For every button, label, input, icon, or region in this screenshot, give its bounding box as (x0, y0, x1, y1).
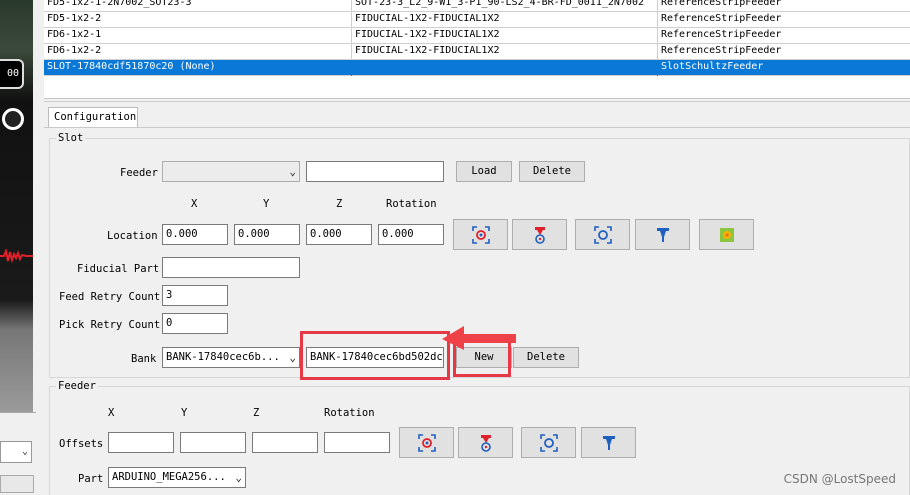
feeder-part-cell: FIDUCIAL-1X2-FIDUCIAL1X2 (352, 12, 658, 28)
slot-group-title: Slot (56, 132, 86, 144)
feeder-type-cell: SlotSchultzFeeder (661, 61, 764, 72)
feeder-select[interactable]: ⌄ (162, 161, 300, 182)
offset-column-y-label: Y (181, 407, 188, 419)
pick-retry-count-input[interactable]: 0 (162, 313, 228, 334)
nozzle-move-icon (602, 435, 615, 450)
delete-bank-button[interactable]: Delete (513, 347, 579, 368)
watermark: CSDN @LostSpeed (783, 472, 896, 486)
chevron-down-icon: ⌄ (289, 351, 296, 364)
chevron-down-icon: ⌄ (235, 471, 242, 484)
camera-select[interactable]: ⌄ (0, 441, 32, 463)
camera-move-icon (593, 225, 612, 244)
camera-zoom-readout: 00 (0, 59, 24, 89)
capture-nozzle-location-button[interactable] (512, 219, 567, 250)
capture-camera-location-button[interactable] (453, 219, 508, 250)
feeder-part-cell: FIDUCIAL-1X2-FIDUCIAL1X2 (352, 28, 658, 44)
feed-actuate-button[interactable] (699, 219, 754, 250)
capture-nozzle-offset-button[interactable] (458, 427, 513, 458)
feeder-type-cell: ReferenceStripFeeder (661, 13, 782, 24)
feeder-text-field[interactable] (306, 161, 444, 182)
part-select-value: ARDUINO_MEGA256... (112, 471, 226, 483)
annotation-highlight-bank-name (300, 331, 450, 380)
location-rotation-input[interactable]: 0.000 (378, 224, 444, 245)
offset-column-rotation-label: Rotation (324, 407, 375, 419)
offset-z-input[interactable] (252, 432, 318, 453)
move-nozzle-to-location-button[interactable] (635, 219, 690, 250)
offset-column-z-label: Z (253, 407, 260, 419)
move-nozzle-to-offset-button[interactable] (581, 427, 636, 458)
bank-select[interactable]: BANK-17840cec6b... ⌄ (162, 347, 300, 368)
fiducial-part-input[interactable] (162, 257, 300, 278)
column-z-label: Z (336, 198, 343, 210)
feeder-part-cell: SOT-23-3_L2_9-W1_3-P1_90-LS2_4-BR-FD_001… (352, 0, 658, 12)
camera-signal-icon (0, 249, 33, 263)
feeder-name-cell: FD5-1x2-2 (44, 12, 352, 28)
feeder-name-cell: FD6-1x2-1 (44, 28, 352, 44)
bank-label: Bank (131, 353, 157, 365)
column-y-label: Y (263, 198, 270, 210)
feeder-name-cell: SLOT-17840cdf51870c20 (None) (44, 60, 352, 76)
table-row[interactable]: FD5-1x2-1-2N7002_SOT23-3 SOT-23-3_L2_9-W… (44, 0, 910, 12)
nozzle-target-icon (534, 226, 545, 244)
location-y-input[interactable]: 0.000 (234, 224, 300, 245)
location-x-input[interactable]: 0.000 (162, 224, 228, 245)
part-select[interactable]: ARDUINO_MEGA256... ⌄ (108, 467, 246, 488)
feeder-type-cell: ReferenceStripFeeder (661, 45, 782, 56)
table-row[interactable]: FD6-1x2-1 FIDUCIAL-1X2-FIDUCIAL1X2 Refer… (44, 28, 910, 44)
feeder-type-cell: ReferenceStripFeeder (661, 29, 782, 40)
location-z-input[interactable]: 0.000 (306, 224, 372, 245)
offset-rotation-input[interactable] (324, 432, 390, 453)
chevron-down-icon: ⌄ (21, 446, 28, 457)
nozzle-target-icon (480, 434, 491, 452)
feed-retry-count-label: Feed Retry Count (59, 291, 161, 303)
camera-view[interactable]: 00 (0, 0, 33, 412)
part-label: Part (78, 473, 104, 485)
camera-panel: 00 ⌄ (0, 0, 38, 494)
feed-retry-count-input[interactable]: 3 (162, 285, 228, 306)
feeder-group: Feeder X Y Z Rotation Offsets Part ARDUI… (49, 380, 910, 495)
feeder-table: FD5-1x2-1-2N7002_SOT23-3 SOT-23-3_L2_9-W… (44, 0, 910, 99)
offset-column-x-label: X (108, 407, 115, 419)
feeder-label: Feeder (120, 167, 158, 179)
feeder-name-cell: FD5-1x2-1-2N7002_SOT23-3 (44, 0, 352, 12)
tab-configuration[interactable]: Configuration (48, 107, 138, 128)
offset-y-input[interactable] (180, 432, 246, 453)
annotation-arrow-icon (442, 326, 516, 350)
camera-target-icon (471, 225, 490, 244)
move-camera-to-location-button[interactable] (575, 219, 630, 250)
camera-toolbar (0, 475, 34, 493)
offset-x-input[interactable] (108, 432, 174, 453)
offsets-label: Offsets (59, 438, 104, 450)
delete-feeder-button[interactable]: Delete (519, 161, 585, 182)
feed-icon (719, 227, 734, 242)
move-camera-to-offset-button[interactable] (521, 427, 576, 458)
feeder-type-cell: ReferenceStripFeeder (661, 0, 782, 8)
column-x-label: X (191, 198, 198, 210)
camera-reticle-icon (2, 108, 24, 130)
feeder-part-cell (352, 60, 658, 76)
table-row-selected[interactable]: SLOT-17840cdf51870c20 (None) SlotSchultz… (44, 60, 910, 76)
camera-target-icon (417, 433, 436, 452)
table-row[interactable]: FD5-1x2-2 FIDUCIAL-1X2-FIDUCIAL1X2 Refer… (44, 12, 910, 28)
configuration-panel: Configuration Slot Feeder ⌄ Load Delete … (44, 101, 910, 495)
location-label: Location (107, 230, 158, 242)
bank-select-value: BANK-17840cec6b... (166, 351, 280, 363)
column-rotation-label: Rotation (386, 198, 437, 210)
feeder-name-cell: FD6-1x2-2 (44, 44, 352, 60)
nozzle-move-icon (656, 227, 669, 242)
pick-retry-count-label: Pick Retry Count (59, 319, 161, 331)
camera-move-icon (539, 433, 558, 452)
load-button[interactable]: Load (456, 161, 512, 182)
chevron-down-icon: ⌄ (289, 165, 296, 178)
fiducial-part-label: Fiducial Part (77, 263, 160, 275)
camera-controls: ⌄ (0, 412, 36, 494)
feeder-group-title: Feeder (56, 380, 98, 392)
capture-camera-offset-button[interactable] (399, 427, 454, 458)
table-row[interactable]: FD6-1x2-2 FIDUCIAL-1X2-FIDUCIAL1X2 Refer… (44, 44, 910, 60)
tab-divider (44, 127, 910, 128)
feeder-part-cell: FIDUCIAL-1X2-FIDUCIAL1X2 (352, 44, 658, 60)
